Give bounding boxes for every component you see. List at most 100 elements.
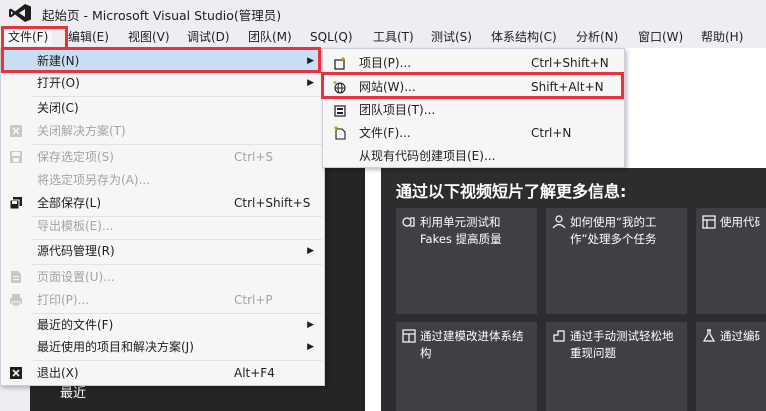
file-menu-source-control[interactable]: 源代码管理(R) ▶ (1, 240, 324, 262)
new-submenu: 项目(P)... Ctrl+Shift+N 网站(W)... Shift+Alt… (322, 48, 625, 168)
file-menu: 新建(N) ▶ 打开(O) ▶ 关闭(C) 关闭解决方案(T) 保存选定项(S)… (0, 48, 325, 386)
architecture-icon (402, 329, 416, 343)
file-menu-export-template[interactable]: 导出模板(E)... (1, 215, 324, 237)
menu-separator (31, 144, 322, 145)
video-section-title: 通过以下视频短片了解更多信息: (396, 182, 627, 201)
menu-separator (31, 264, 322, 265)
page-setup-icon (11, 271, 21, 283)
menu-item-label: 文件(F)... (359, 126, 411, 140)
menu-item-label: 将选定项另存为(A)... (37, 173, 151, 187)
menu-item-label: 打印(P)... (37, 293, 90, 307)
video-tile-coded-ui[interactable]: 通过编码的UI测试轻松测试 (696, 322, 766, 411)
menu-analyze[interactable]: 分析(N) (576, 28, 618, 46)
new-menu-project[interactable]: 项目(P)... Ctrl+Shift+N (323, 52, 624, 74)
file-menu-open[interactable]: 打开(O) ▶ (1, 72, 324, 94)
file-menu-page-setup[interactable]: 页面设置(U)... (1, 266, 324, 288)
video-tile-modeling[interactable]: 通过建模改进体系结构 (396, 322, 537, 411)
menu-item-label: 导出模板(E)... (37, 219, 114, 233)
file-menu-recent-projects[interactable]: 最近使用的项目和解决方案(J) ▶ (1, 336, 324, 358)
menu-item-label: 网站(W)... (359, 80, 416, 94)
new-menu-website[interactable]: 网站(W)... Shift+Alt+N (323, 76, 624, 98)
flask-icon (702, 329, 716, 342)
submenu-arrow-icon: ▶ (307, 56, 314, 66)
my-work-icon (552, 215, 566, 229)
menu-architecture[interactable]: 体系结构(C) (491, 28, 557, 46)
submenu-arrow-icon: ▶ (307, 78, 314, 88)
menu-debug[interactable]: 调试(D) (187, 28, 230, 46)
team-project-icon (334, 105, 346, 117)
file-menu-exit[interactable]: 退出(X) Alt+F4 (1, 362, 324, 384)
file-menu-recent-files[interactable]: 最近的文件(F) ▶ (1, 314, 324, 336)
new-menu-team-project[interactable]: 团队项目(T)... (323, 99, 624, 121)
submenu-arrow-icon: ▶ (307, 320, 314, 330)
video-tile-my-work[interactable]: 如何使用“我的工作”处理多个任务 (546, 208, 687, 314)
manual-test-icon (553, 330, 565, 342)
menu-item-shortcut: Ctrl+Shift+S (234, 196, 311, 210)
file-menu-save-all[interactable]: 全部保存(L) Ctrl+Shift+S (1, 192, 324, 214)
menu-help[interactable]: 帮助(H) (701, 28, 743, 46)
video-tile-label: 使用代码图理解代码 (720, 215, 760, 229)
menu-item-shortcut: Alt+F4 (234, 366, 275, 380)
menu-file[interactable]: 文件(F) (4, 28, 53, 46)
menu-item-label: 退出(X) (37, 366, 79, 380)
menu-item-label: 项目(P)... (359, 56, 412, 70)
menu-item-label: 关闭解决方案(T) (37, 124, 126, 138)
window-title: 起始页 - Microsoft Visual Studio(管理员) (42, 8, 282, 23)
unit-test-icon (402, 217, 415, 227)
video-tile-label: 如何使用“我的工作”处理多个任务 (570, 215, 657, 246)
menu-item-shortcut: Ctrl+S (234, 150, 274, 164)
menu-item-label: 页面设置(U)... (37, 270, 115, 284)
video-tile-unit-testing[interactable]: 利用单元测试和 Fakes 提高质量 (396, 208, 537, 314)
new-project-icon (334, 57, 345, 70)
menu-item-shortcut: Shift+Alt+N (531, 80, 604, 94)
file-menu-save-selected[interactable]: 保存选定项(S) Ctrl+S (1, 146, 324, 168)
new-file-icon (334, 126, 346, 140)
file-menu-print[interactable]: 打印(P)... Ctrl+P (1, 289, 324, 311)
menu-item-label: 从现有代码创建项目(E)... (359, 149, 496, 163)
video-tile-label: 通过编码的UI测试轻松测试 (720, 329, 760, 343)
new-menu-file[interactable]: 文件(F)... Ctrl+N (323, 122, 624, 144)
start-page-divider (365, 168, 381, 411)
menu-item-label: 保存选定项(S) (37, 150, 114, 164)
globe-icon (333, 81, 346, 94)
menu-item-shortcut: Ctrl+N (531, 126, 572, 140)
close-solution-icon (10, 125, 22, 137)
menu-item-label: 团队项目(T)... (359, 103, 436, 117)
menu-tools[interactable]: 工具(T) (373, 28, 414, 46)
new-menu-project-from-code[interactable]: 从现有代码创建项目(E)... (323, 145, 624, 167)
video-tile-code-map[interactable]: 使用代码图理解代码 (696, 208, 766, 314)
menu-sql[interactable]: SQL(Q) (310, 28, 353, 46)
file-menu-new[interactable]: 新建(N) ▶ (1, 50, 324, 72)
save-all-icon (9, 197, 22, 210)
submenu-arrow-icon: ▶ (307, 246, 314, 256)
video-tile-manual-testing[interactable]: 通过手动测试轻松地重现问题 (546, 322, 687, 411)
file-menu-close-solution[interactable]: 关闭解决方案(T) (1, 120, 324, 142)
menu-item-shortcut: Ctrl+P (234, 293, 273, 307)
menu-team[interactable]: 团队(M) (248, 28, 292, 46)
menu-separator (31, 360, 322, 361)
video-tile-label: 利用单元测试和 Fakes 提高质量 (420, 215, 502, 246)
title-bar: 起始页 - Microsoft Visual Studio(管理员) (0, 0, 766, 26)
file-menu-close[interactable]: 关闭(C) (1, 97, 324, 119)
print-icon (10, 294, 22, 307)
menu-item-label: 源代码管理(R) (37, 244, 115, 258)
video-tile-label: 通过手动测试轻松地重现问题 (570, 329, 674, 360)
menu-test[interactable]: 测试(S) (431, 28, 472, 46)
menu-item-label: 关闭(C) (37, 101, 79, 115)
menu-edit[interactable]: 编辑(E) (68, 28, 109, 46)
menu-view[interactable]: 视图(V) (128, 28, 170, 46)
save-icon (10, 151, 22, 163)
menu-item-label: 最近使用的项目和解决方案(J) (37, 340, 194, 354)
menu-item-label: 新建(N) (37, 54, 80, 68)
video-tile-label: 通过建模改进体系结构 (420, 329, 524, 360)
visual-studio-logo-icon (9, 4, 31, 22)
menu-item-shortcut: Ctrl+Shift+N (531, 56, 609, 70)
menu-item-label: 全部保存(L) (37, 196, 102, 210)
submenu-arrow-icon: ▶ (307, 342, 314, 352)
menu-bar: 文件(F) 编辑(E) 视图(V) 调试(D) 团队(M) SQL(Q) 工具(… (0, 26, 766, 48)
exit-icon (10, 367, 22, 379)
menu-item-label: 打开(O) (37, 76, 80, 90)
file-menu-save-as[interactable]: 将选定项另存为(A)... (1, 169, 324, 191)
code-map-icon (702, 215, 716, 229)
menu-window[interactable]: 窗口(W) (638, 28, 683, 46)
